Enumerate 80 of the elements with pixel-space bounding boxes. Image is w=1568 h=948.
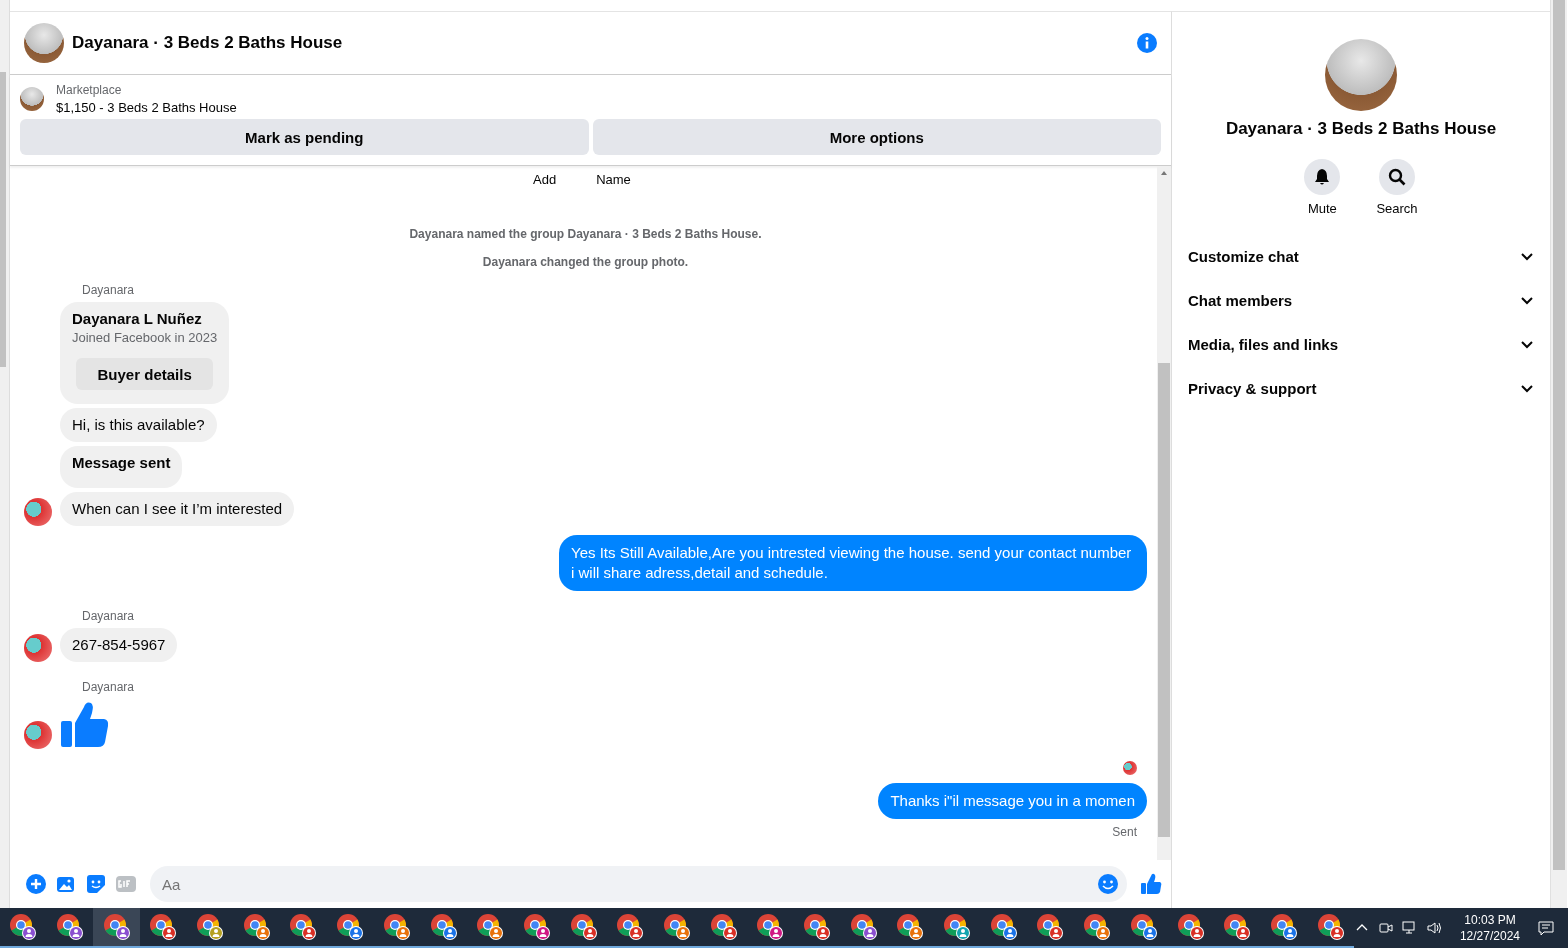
browser-icon: [1083, 913, 1112, 941]
browser-icon: [336, 913, 365, 941]
buyer-details-button[interactable]: Buyer details: [76, 358, 214, 390]
browser-icon: [616, 913, 645, 941]
listing-action-button[interactable]: More options: [592, 119, 1161, 155]
seen-avatar: [1123, 761, 1137, 775]
sticker-icon[interactable]: [84, 872, 108, 896]
clock-time[interactable]: 10:03 PM: [1464, 912, 1516, 928]
thumbs-up-icon[interactable]: [1139, 872, 1163, 896]
browser-icon: [149, 913, 178, 941]
browser-taskbar-button[interactable]: [93, 908, 141, 948]
listing-action-button[interactable]: Mark as pending: [20, 119, 589, 155]
sender-name: Dayanara: [82, 609, 136, 623]
browser-icon: [756, 913, 785, 941]
scrollbar-thumb[interactable]: [1553, 0, 1565, 870]
listing-source: Marketplace: [56, 83, 123, 97]
chat-title: Dayanara · 3 Beds 2 Baths House: [72, 33, 344, 53]
browser-icon: [102, 913, 131, 941]
listing-title[interactable]: $1,150 - 3 Beds 2 Baths House: [56, 100, 237, 115]
section-toggle[interactable]: Chat members: [1180, 278, 1542, 322]
avatar: [24, 498, 52, 526]
info-icon[interactable]: [1137, 33, 1157, 53]
buyer-joined-text: Joined Facebook in 2023: [72, 330, 218, 345]
message-bubble: When can I see it I’m interested: [60, 492, 295, 526]
message-bubble: Yes Its Still Available,Are you intrested viewing the house. send your contact number i will share adress,detail and schedule.: [559, 535, 1147, 591]
notifications-icon[interactable]: [1538, 920, 1554, 936]
volume-icon[interactable]: [1425, 920, 1442, 936]
browser-icon: [896, 913, 925, 941]
sender-name: Dayanara: [82, 283, 136, 297]
add-icon[interactable]: [24, 872, 48, 896]
browser-icon: [382, 913, 411, 941]
member-action-label[interactable]: Name: [596, 172, 631, 187]
browser-icon: [56, 913, 85, 941]
browser-icon: [429, 913, 458, 941]
buyer-name: Dayanara L Nuñez: [72, 310, 203, 327]
message-bubble: Thanks i"il message you in a momen: [878, 783, 1147, 819]
browser-icon: [242, 913, 271, 941]
browser-icon: [803, 913, 832, 941]
browser-icon: [1316, 913, 1345, 941]
message-bubble: Hi, is this available?: [60, 408, 217, 442]
browser-icon: [943, 913, 972, 941]
browser-icon: [989, 913, 1018, 941]
member-action-label[interactable]: Add: [533, 172, 557, 187]
meeting-icon[interactable]: [1377, 920, 1394, 936]
browser-icon: [9, 913, 38, 941]
browser-icon: [849, 913, 878, 941]
network-icon[interactable]: [1401, 920, 1418, 936]
avatar: [24, 721, 52, 749]
section-toggle[interactable]: Privacy & support: [1180, 366, 1542, 410]
sender-name: Dayanara: [82, 680, 136, 694]
browser-icon: [1129, 913, 1158, 941]
chat-name: Dayanara · 3 Beds 2 Baths House: [1225, 119, 1497, 139]
browser-icon: [476, 913, 505, 941]
bell-icon: [1313, 168, 1332, 186]
browser-icon: [1036, 913, 1065, 941]
browser-icon: [1223, 913, 1252, 941]
emoji-icon[interactable]: [1097, 873, 1119, 895]
browser-icon: [1269, 913, 1298, 941]
avatar: [24, 634, 52, 662]
clock-date[interactable]: 12/27/2024: [1459, 928, 1520, 944]
photo-placeholder: [20, 87, 44, 111]
browser-icon: [709, 913, 738, 941]
message-input-field[interactable]: Aa: [150, 866, 1127, 902]
photo-placeholder: [24, 23, 64, 63]
browser-icon: [662, 913, 691, 941]
browser-icon: [569, 913, 598, 941]
scrollbar-thumb[interactable]: [0, 72, 6, 367]
system-message: Dayanara changed the group photo.: [482, 255, 689, 269]
message-bubble: Message sent: [60, 446, 183, 488]
section-toggle[interactable]: Media, files and links: [1180, 322, 1542, 366]
delivery-status: Sent: [1112, 825, 1137, 839]
browser-icon: [289, 913, 318, 941]
browser-icon: [196, 913, 225, 941]
section-toggle[interactable]: Customize chat: [1180, 234, 1542, 278]
scrollbar[interactable]: [1157, 166, 1171, 860]
message-bubble: 267-854-5967: [60, 628, 178, 662]
system-message: Dayanara named the group Dayanara · 3 Beds 2 Baths House.: [409, 227, 762, 241]
browser-icon: [522, 913, 551, 941]
search-icon: [1388, 168, 1406, 186]
browser-icon: [1176, 913, 1205, 941]
